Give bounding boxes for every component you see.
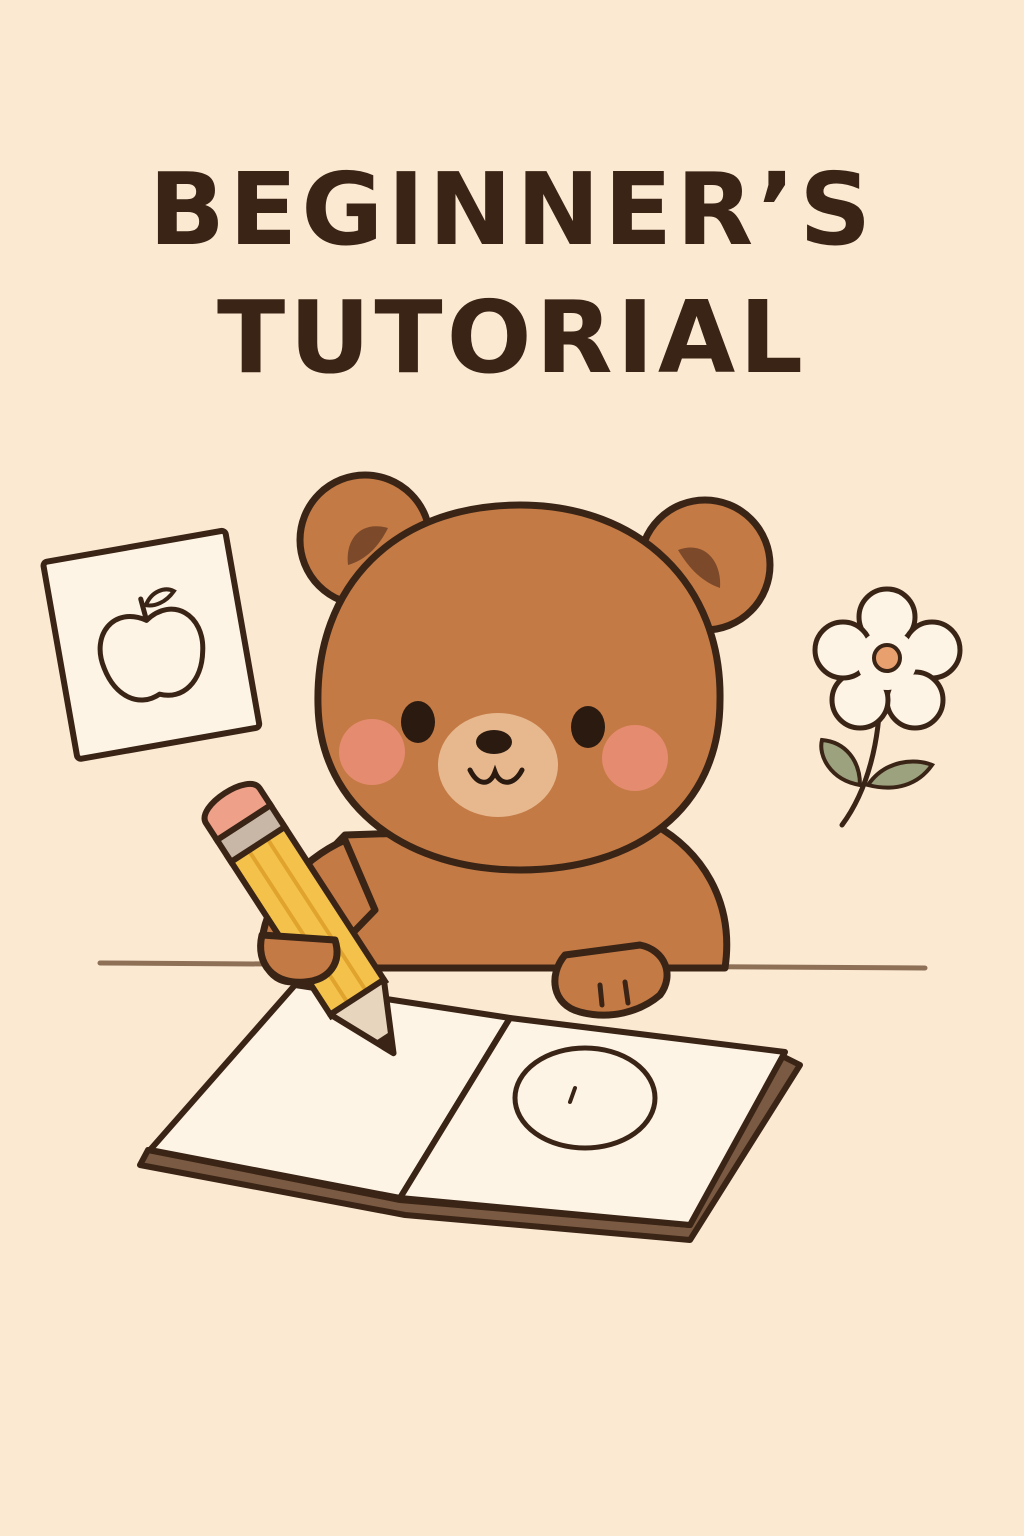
cover-page: BEGINNER’S TUTORIAL [0, 0, 1024, 1536]
bear-paw-right [551, 941, 671, 1019]
bear-eye-left [401, 701, 435, 743]
bear-muzzle [438, 713, 558, 817]
flower-center [872, 643, 902, 673]
bear-cheek-right [602, 725, 668, 791]
apple-card-icon [40, 527, 263, 762]
bear-paw-left [257, 931, 341, 986]
title-line-1: BEGINNER’S [148, 151, 876, 268]
bear-mascot [283, 471, 774, 1019]
bear-head [314, 501, 724, 874]
bear-cheek-left [339, 719, 405, 785]
sketchbook-icon [137, 982, 803, 1243]
bear-eye-right [571, 706, 605, 748]
bear-nose [476, 730, 512, 754]
flower-icon [812, 586, 963, 828]
cover-title: BEGINNER’S TUTORIAL [0, 160, 1024, 416]
title-line-2: TUTORIAL [217, 279, 807, 396]
